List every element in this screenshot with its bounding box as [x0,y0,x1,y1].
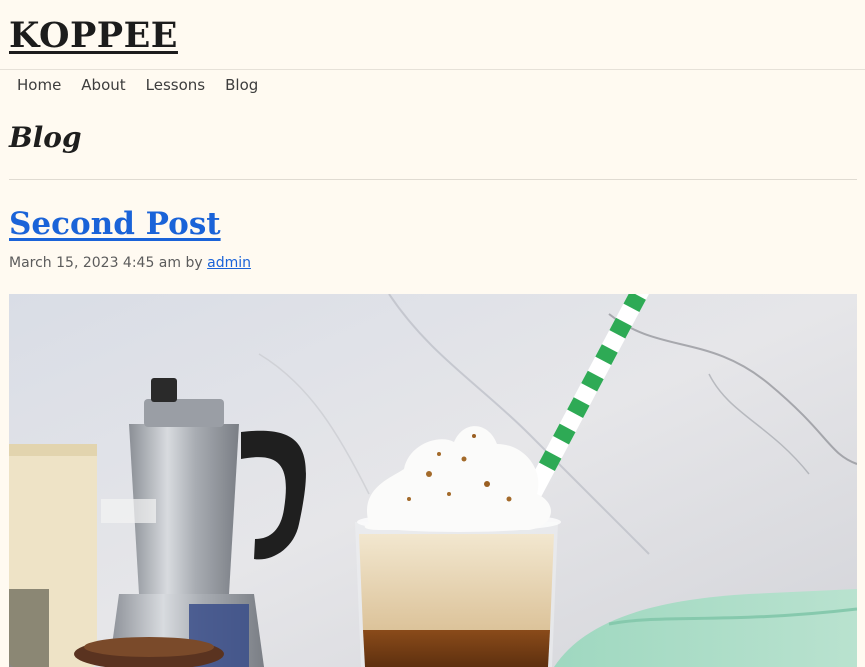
nav-item-home[interactable]: Home [17,74,61,96]
post-by-label: by [185,255,203,271]
nav-item-lessons[interactable]: Lessons [146,74,205,96]
nav-item-about[interactable]: About [81,74,125,96]
nav-item-blog[interactable]: Blog [225,74,258,96]
featured-image[interactable] [9,294,857,667]
post-date: March 15, 2023 4:45 am [9,255,182,271]
post-author-link[interactable]: admin [207,255,251,271]
post-meta: March 15, 2023 4:45 am by admin [9,253,251,273]
main-nav: Home About Lessons Blog [17,74,278,96]
post-title-link[interactable]: Second Post [9,203,221,245]
site-header: KOPPEE [0,0,865,70]
divider [9,179,857,180]
site-title-link[interactable]: KOPPEE [9,13,178,58]
page-title: Blog [9,121,82,154]
